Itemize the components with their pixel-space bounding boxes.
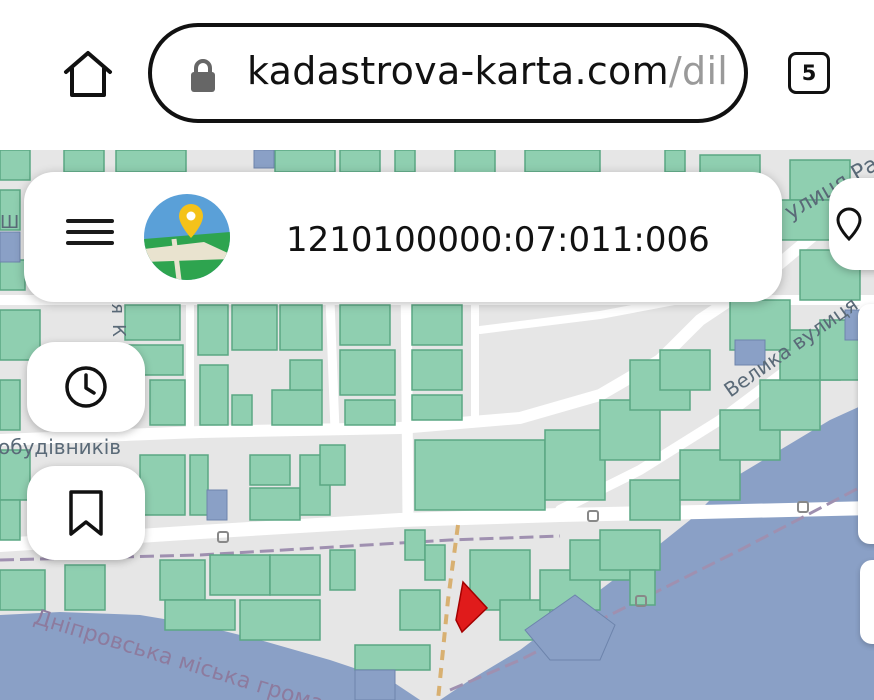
search-card <box>24 172 782 302</box>
home-icon <box>64 51 112 97</box>
road-vertical-2 <box>325 295 340 435</box>
hamburger-menu-icon <box>64 219 116 245</box>
history-button[interactable] <box>27 342 145 432</box>
url-path: /dil <box>668 49 729 93</box>
app-logo[interactable] <box>144 194 230 280</box>
map-tools-panel[interactable] <box>858 304 874 544</box>
bookmarks-button[interactable] <box>27 466 145 560</box>
map-pin-logo-icon <box>144 194 230 280</box>
location-button[interactable] <box>829 178 874 270</box>
browser-toolbar: kadastrova-karta.com/dil 5 <box>0 0 874 150</box>
street-label-sh: Ш <box>0 212 20 233</box>
bookmark-icon <box>69 490 103 536</box>
home-button[interactable] <box>58 46 118 102</box>
zoom-panel[interactable] <box>860 560 874 644</box>
menu-button[interactable] <box>64 212 116 262</box>
location-icon <box>836 207 862 242</box>
url-text: kadastrova-karta.com/dil <box>247 49 728 93</box>
street-label-k: К <box>107 324 129 337</box>
lock-icon <box>191 59 215 92</box>
address-bar[interactable]: kadastrova-karta.com/dil <box>148 23 748 123</box>
url-domain: kadastrova-karta.com <box>247 49 669 93</box>
street-label-ya: я <box>106 303 128 314</box>
cadastral-number-search-input[interactable] <box>246 212 726 268</box>
clock-icon <box>65 366 107 408</box>
street-label-budivnykiv: обудівників <box>0 435 122 459</box>
tab-switcher-button[interactable]: 5 <box>788 52 830 94</box>
